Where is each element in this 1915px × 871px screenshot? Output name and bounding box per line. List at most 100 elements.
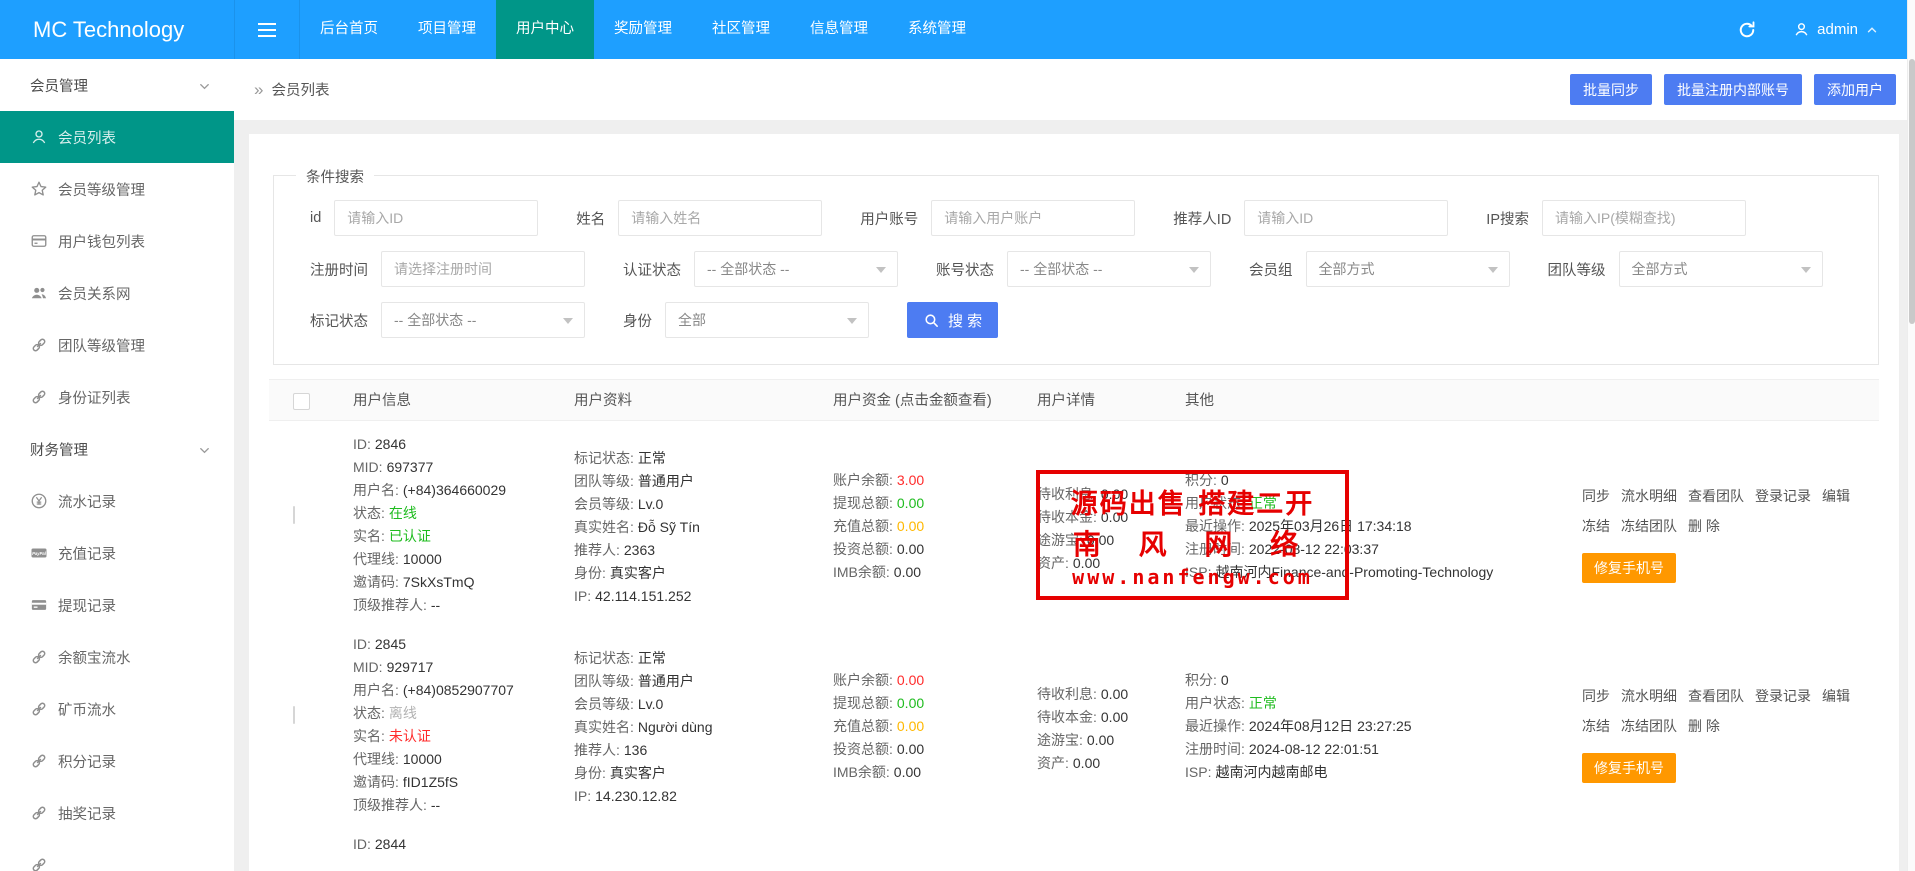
sidebar-item-coin-flow[interactable]: 矿币流水 (0, 683, 234, 735)
field-label: 实名: (353, 728, 385, 744)
fix-phone-button[interactable]: 修复手机号 (1582, 553, 1676, 583)
nav-item-system[interactable]: 系统管理 (888, 0, 986, 59)
user-detail-left-block: 待收利息:0.00待收本金:0.00途游宝:0.00资产:0.00 (1037, 483, 1185, 575)
yen-icon (30, 492, 48, 510)
field-label: 状态: (353, 505, 385, 521)
account-status-select[interactable]: -- 全部状态 -- (1007, 251, 1211, 287)
action-link-登录记录[interactable]: 登录记录 (1755, 688, 1811, 704)
search-button[interactable]: 搜 索 (907, 302, 998, 338)
action-link-同步[interactable]: 同步 (1582, 688, 1610, 704)
field-label: 提现总额: (833, 695, 893, 711)
link-icon (30, 752, 48, 770)
row-checkbox[interactable] (293, 706, 295, 724)
field-label: MID: (353, 659, 383, 675)
select-all-checkbox[interactable] (293, 393, 310, 410)
hamburger-menu-icon[interactable] (234, 0, 300, 59)
page-scrollbar[interactable] (1907, 0, 1915, 871)
team-level-select[interactable]: 全部方式 (1619, 251, 1823, 287)
field-label: 推荐人: (574, 542, 620, 558)
user-menu[interactable]: admin (1793, 21, 1879, 38)
action-link-流水明细[interactable]: 流水明细 (1621, 488, 1677, 504)
row-checkbox[interactable] (293, 506, 295, 524)
field-value: 2363 (624, 542, 655, 558)
register-time-input[interactable] (381, 251, 585, 287)
sidebar-item-member-network[interactable]: 会员关系网 (0, 267, 234, 319)
nav-item-reward[interactable]: 奖励管理 (594, 0, 692, 59)
batch-register-internal-button[interactable]: 批量注册内部账号 (1664, 74, 1802, 105)
user-funds-block: 账户余额:3.00提现总额:0.00充值总额:0.00投资总额:0.00IMB余… (833, 469, 1037, 584)
mark-status-select[interactable]: -- 全部状态 -- (381, 302, 585, 338)
user-detail-right-cell: 积分:0用户状态:正常最近操作:2024年08月12日 23:27:25注册时间… (1185, 621, 1582, 821)
nav-item-project[interactable]: 项目管理 (398, 0, 496, 59)
sidebar-item-yuebao-flow[interactable]: 余额宝流水 (0, 631, 234, 683)
id-input[interactable] (334, 200, 538, 236)
sidebar-group-label: 会员管理 (30, 75, 88, 96)
action-link-冻结团队[interactable]: 冻结团队 (1621, 718, 1677, 734)
field-会员等级: 会员等级:Lv.0 (574, 693, 833, 716)
nav-item-user-center[interactable]: 用户中心 (496, 0, 594, 59)
col-header-user-info: 用户信息 (353, 380, 574, 422)
sidebar-item-label: 抽奖记录 (58, 803, 116, 824)
search-field-account: 用户账号 (860, 200, 1135, 236)
action-link-查看团队[interactable]: 查看团队 (1688, 488, 1744, 504)
action-link-冻结[interactable]: 冻结 (1582, 518, 1610, 534)
action-link-同步[interactable]: 同步 (1582, 488, 1610, 504)
action-link-编辑[interactable]: 编辑 (1822, 688, 1850, 704)
referrer-id-input[interactable] (1244, 200, 1448, 236)
field-label: ID: (353, 636, 371, 652)
field-推荐人: 推荐人:136 (574, 739, 833, 762)
sidebar-item-withdraw-records[interactable]: 提现记录 (0, 579, 234, 631)
action-link-登录记录[interactable]: 登录记录 (1755, 488, 1811, 504)
sidebar-item-member-level[interactable]: 会员等级管理 (0, 163, 234, 215)
add-user-button[interactable]: 添加用户 (1814, 74, 1896, 105)
scrollbar-thumb[interactable] (1909, 59, 1915, 324)
nav-item-community[interactable]: 社区管理 (692, 0, 790, 59)
sidebar-item-idcard-list[interactable]: 身份证列表 (0, 371, 234, 423)
sidebar-item-points-records[interactable]: 积分记录 (0, 735, 234, 787)
sidebar-item-flow-records[interactable]: 流水记录 (0, 475, 234, 527)
sidebar-item-member-list[interactable]: 会员列表 (0, 111, 234, 163)
chevron-down-icon (847, 318, 857, 324)
auth-status-select[interactable]: -- 全部状态 -- (694, 251, 898, 287)
sidebar-item-lottery-records[interactable]: 抽奖记录 (0, 787, 234, 839)
field-ID: ID:2844 (353, 833, 574, 856)
field-value: 0.00 (897, 672, 924, 688)
search-field-account-status: 账号状态 -- 全部状态 -- (936, 251, 1211, 287)
breadcrumb-current: 会员列表 (271, 79, 329, 100)
field-label: 顶级推荐人: (353, 797, 427, 813)
batch-sync-button[interactable]: 批量同步 (1570, 74, 1652, 105)
identity-select[interactable]: 全部 (665, 302, 869, 338)
sidebar-item-recharge-records[interactable]: PayPal充值记录 (0, 527, 234, 579)
action-link-冻结[interactable]: 冻结 (1582, 718, 1610, 734)
sidebar-group-finance-management[interactable]: 财务管理 (0, 423, 234, 475)
action-link-编辑[interactable]: 编辑 (1822, 488, 1850, 504)
member-group-select[interactable]: 全部方式 (1306, 251, 1510, 287)
action-link-删 除[interactable]: 删 除 (1688, 518, 1720, 534)
field-label: ID: (353, 436, 371, 452)
sidebar-item-user-wallet-list[interactable]: 用户钱包列表 (0, 215, 234, 267)
nav-item-info[interactable]: 信息管理 (790, 0, 888, 59)
account-input[interactable] (931, 200, 1135, 236)
action-link-删 除[interactable]: 删 除 (1688, 718, 1720, 734)
action-link-流水明细[interactable]: 流水明细 (1621, 688, 1677, 704)
ip-input[interactable] (1542, 200, 1746, 236)
wallet-icon (30, 232, 48, 250)
refresh-icon[interactable] (1737, 20, 1757, 40)
field-label: ID: (353, 836, 371, 852)
field-投资总额: 投资总额:0.00 (833, 738, 1037, 761)
search-field-team-level: 团队等级 全部方式 (1548, 251, 1823, 287)
user-info-cell: ID:2844 (353, 821, 574, 871)
name-input[interactable] (618, 200, 822, 236)
search-row-3: 标记状态 -- 全部状态 -- 身份 全部 (310, 302, 1878, 338)
sidebar-item-partial-item[interactable] (0, 839, 234, 871)
fix-phone-button[interactable]: 修复手机号 (1582, 753, 1676, 783)
nav-item-home[interactable]: 后台首页 (300, 0, 398, 59)
user-profile-block: 标记状态:正常团队等级:普通用户会员等级:Lv.0真实姓名:Đỗ Sỹ Tín推… (574, 447, 833, 608)
field-MID: MID:929717 (353, 656, 574, 679)
sidebar-group-member-management[interactable]: 会员管理 (0, 59, 234, 111)
action-link-查看团队[interactable]: 查看团队 (1688, 688, 1744, 704)
sidebar-item-team-level[interactable]: 团队等级管理 (0, 319, 234, 371)
field-label: 充值总额: (833, 518, 893, 534)
row-actions-cell: 同步流水明细查看团队登录记录编辑冻结冻结团队删 除修复手机号 (1582, 621, 1879, 821)
action-link-冻结团队[interactable]: 冻结团队 (1621, 518, 1677, 534)
